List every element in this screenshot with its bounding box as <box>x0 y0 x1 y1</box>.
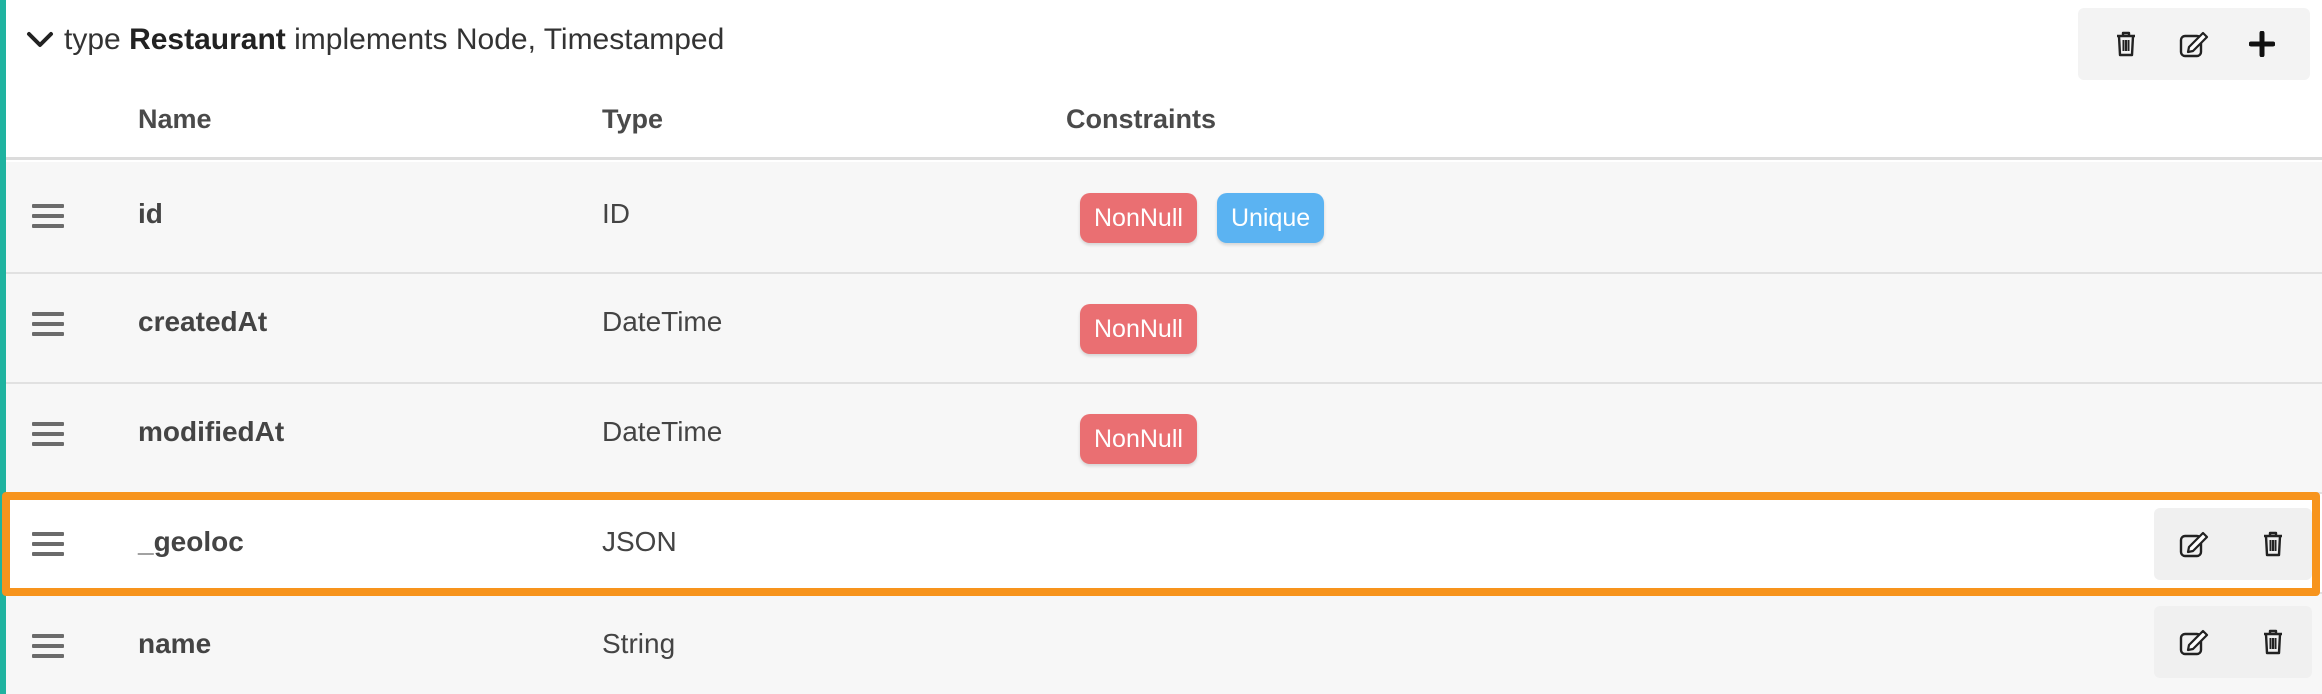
trash-icon[interactable] <box>2245 516 2301 572</box>
field-constraints: NonNull <box>1080 304 1197 354</box>
trash-icon[interactable] <box>2098 16 2154 72</box>
field-row[interactable]: id ID NonNull Unique <box>6 162 2322 274</box>
chevron-down-icon[interactable] <box>22 22 58 58</box>
nonnull-badge: NonNull <box>1080 304 1197 354</box>
type-actions <box>2078 8 2310 80</box>
plus-icon[interactable] <box>2234 16 2290 72</box>
type-title: type Restaurant implements Node, Timesta… <box>64 20 724 60</box>
field-type: String <box>602 628 676 659</box>
drag-handle-icon[interactable] <box>32 422 64 446</box>
edit-icon[interactable] <box>2166 16 2222 72</box>
drag-handle-icon[interactable] <box>32 204 64 228</box>
field-type: JSON <box>602 526 677 557</box>
column-header-constraints: Constraints <box>1066 104 1217 134</box>
edit-icon[interactable] <box>2166 614 2222 670</box>
column-header-type: Type <box>602 104 664 134</box>
field-row[interactable]: modifiedAt DateTime NonNull <box>6 384 2322 494</box>
field-actions <box>2154 508 2312 580</box>
field-name: createdAt <box>138 306 268 337</box>
edit-icon[interactable] <box>2166 516 2222 572</box>
field-type: DateTime <box>602 416 723 447</box>
type-implements: implements Node, Timestamped <box>294 23 725 56</box>
type-definition-panel: type Restaurant implements Node, Timesta… <box>0 0 2322 694</box>
column-headers: Name Type Constraints <box>6 80 2322 160</box>
column-header-name: Name <box>138 104 212 134</box>
field-name: _geoloc <box>138 526 244 557</box>
nonnull-badge: NonNull <box>1080 193 1197 243</box>
field-row[interactable]: createdAt DateTime NonNull <box>6 274 2322 384</box>
field-constraints: NonNull <box>1080 414 1197 464</box>
drag-handle-icon[interactable] <box>32 532 64 556</box>
field-row-highlighted[interactable]: _geoloc JSON <box>6 494 2322 594</box>
type-name: Restaurant <box>129 23 286 56</box>
field-row[interactable]: name String <box>6 594 2322 694</box>
field-type: DateTime <box>602 306 723 337</box>
field-name: id <box>138 198 163 229</box>
trash-icon[interactable] <box>2245 614 2301 670</box>
field-constraints: NonNull Unique <box>1080 193 1325 243</box>
field-actions <box>2154 606 2312 678</box>
drag-handle-icon[interactable] <box>32 312 64 336</box>
drag-handle-icon[interactable] <box>32 634 64 658</box>
field-name: modifiedAt <box>138 416 285 447</box>
nonnull-badge: NonNull <box>1080 414 1197 464</box>
type-header: type Restaurant implements Node, Timesta… <box>6 0 2322 80</box>
field-type: ID <box>602 198 630 229</box>
unique-badge: Unique <box>1216 193 1325 243</box>
type-keyword: type <box>64 23 121 56</box>
field-name: name <box>138 628 212 659</box>
